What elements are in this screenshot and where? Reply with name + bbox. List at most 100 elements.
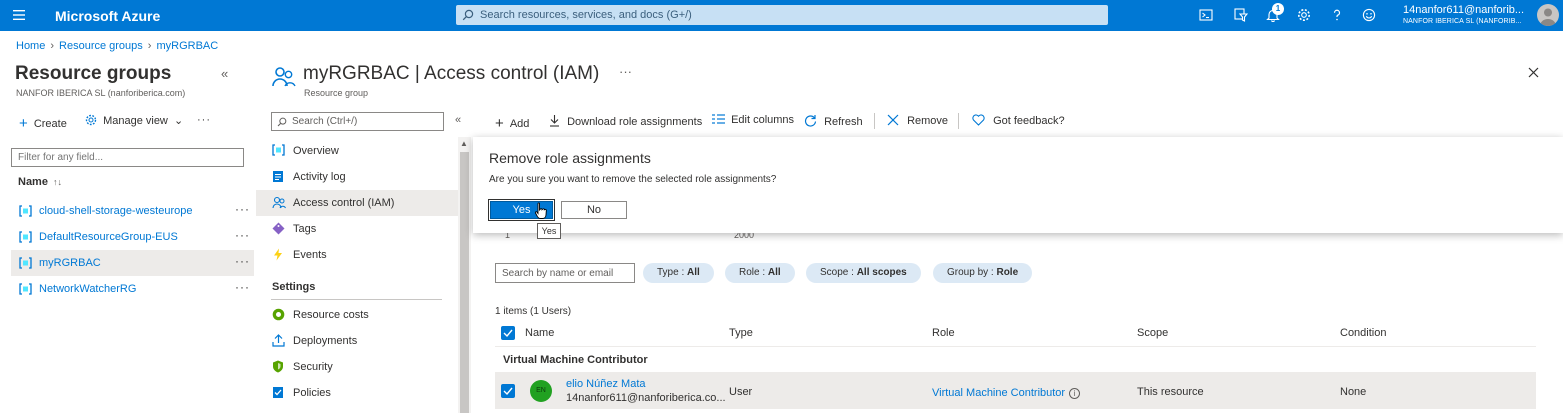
page-more-button[interactable]: ···	[619, 64, 632, 79]
row-more-button[interactable]: ···	[235, 202, 250, 216]
create-button[interactable]: + Create	[19, 114, 67, 132]
menu-item-label: Events	[293, 249, 327, 261]
menu-item-resource-costs[interactable]: Resource costs	[256, 302, 458, 328]
chevron-down-icon: ⌄	[173, 115, 184, 127]
info-icon[interactable]: i	[1069, 388, 1080, 399]
close-icon[interactable]	[1528, 67, 1539, 78]
more-commands-button[interactable]: ···	[197, 114, 211, 126]
sort-icon[interactable]: ↑↓	[53, 177, 62, 187]
brand-title[interactable]: Microsoft Azure	[55, 8, 160, 24]
row-more-button[interactable]: ···	[235, 280, 250, 294]
add-button[interactable]: + Add	[495, 114, 529, 132]
remove-label: Remove	[907, 115, 949, 127]
edit-columns-label: Edit columns	[731, 114, 795, 126]
user-tenant[interactable]: NANFOR IBERICA SL (NANFORIB...	[1403, 18, 1522, 25]
resource-group-row-selected[interactable]: myRGRBAC ···	[11, 250, 254, 276]
breadcrumb-home[interactable]: Home	[16, 40, 45, 52]
menu-scrollbar-thumb[interactable]	[460, 152, 469, 413]
row-more-button[interactable]: ···	[235, 254, 250, 268]
resource-group-icon	[19, 257, 32, 269]
feedback-icon[interactable]	[1362, 8, 1378, 24]
menu-item-events[interactable]: Events	[256, 242, 458, 268]
global-search-input[interactable]: Search resources, services, and docs (G+…	[456, 5, 1108, 25]
manage-view-label: Manage view	[103, 115, 168, 127]
tenant-subtitle: NANFOR IBERICA SL (nanforiberica.com)	[16, 88, 186, 98]
select-all-checkbox[interactable]	[501, 326, 515, 340]
user-name-link[interactable]: elio Núñez Mata	[566, 378, 646, 390]
resource-group-row[interactable]: NetworkWatcherRG ···	[11, 276, 254, 302]
column-header-name[interactable]: Name	[525, 327, 554, 339]
download-role-assignments-button[interactable]: Download role assignments	[549, 114, 702, 128]
hamburger-menu-icon[interactable]	[13, 9, 25, 21]
activity-log-icon	[272, 170, 286, 184]
columns-icon	[712, 114, 725, 124]
resource-group-icon	[19, 231, 32, 243]
manage-view-button[interactable]: Manage view ⌄	[85, 114, 183, 127]
scope-value: This resource	[1137, 386, 1204, 398]
assignment-search-input[interactable]: Search by name or email	[495, 263, 635, 283]
filter-value: All scopes	[856, 267, 907, 278]
breadcrumb-current[interactable]: myRGRBAC	[156, 40, 218, 52]
settings-icon[interactable]	[1297, 8, 1313, 24]
hand-cursor-icon	[534, 202, 548, 220]
user-email[interactable]: 14nanfor611@nanforib...	[1403, 4, 1524, 16]
group-by-pill[interactable]: Group by : Role	[933, 263, 1033, 283]
user-avatar[interactable]	[1537, 4, 1559, 26]
column-header-condition[interactable]: Condition	[1340, 327, 1386, 339]
edit-columns-button[interactable]: Edit columns	[712, 114, 794, 126]
resource-group-name[interactable]: DefaultResourceGroup-EUS	[39, 231, 178, 243]
resource-group-row[interactable]: cloud-shell-storage-westeurope ···	[11, 198, 254, 224]
no-button[interactable]: No	[561, 201, 627, 219]
feedback-button[interactable]: Got feedback?	[972, 114, 1065, 127]
refresh-icon	[804, 114, 817, 127]
resource-group-name[interactable]: myRGRBAC	[39, 257, 101, 269]
type-filter-pill[interactable]: Type : All	[643, 263, 714, 283]
role-link[interactable]: Virtual Machine Contributor	[932, 387, 1065, 399]
column-header-type[interactable]: Type	[729, 327, 753, 339]
name-column-header[interactable]: Name ↑↓	[18, 176, 62, 188]
menu-item-activity-log[interactable]: Activity log	[256, 164, 458, 190]
cloud-shell-icon[interactable]	[1199, 8, 1215, 24]
role-filter-pill[interactable]: Role : All	[725, 263, 795, 283]
menu-item-access-control[interactable]: Access control (IAM)	[256, 190, 458, 216]
menu-item-security[interactable]: Security	[256, 354, 458, 380]
close-icon	[887, 114, 899, 126]
scope-filter-pill[interactable]: Scope : All scopes	[806, 263, 921, 283]
remove-button[interactable]: Remove	[887, 114, 948, 127]
scroll-up-icon[interactable]: ▲	[460, 139, 468, 148]
resource-group-icon	[19, 205, 32, 217]
collapse-left-panel-button[interactable]: «	[221, 66, 228, 81]
menu-item-label: Overview	[293, 145, 339, 157]
collapse-menu-button[interactable]: «	[455, 114, 461, 126]
yes-tooltip: Yes	[537, 223, 561, 239]
row-checkbox[interactable]	[501, 384, 515, 398]
menu-item-label: Resource costs	[293, 309, 369, 321]
resource-group-row[interactable]: DefaultResourceGroup-EUS ···	[11, 224, 254, 250]
menu-item-policies[interactable]: Policies	[256, 380, 458, 406]
menu-search-placeholder: Search (Ctrl+/)	[292, 116, 358, 127]
column-header-role[interactable]: Role	[932, 327, 955, 339]
heart-icon	[972, 114, 985, 126]
menu-item-deployments[interactable]: Deployments	[256, 328, 458, 354]
directory-filter-icon[interactable]	[1234, 8, 1250, 24]
user-email: 14nanfor611@nanforiberica.co...	[566, 392, 726, 404]
row-more-button[interactable]: ···	[235, 228, 250, 242]
breadcrumb-resource-groups[interactable]: Resource groups	[59, 40, 143, 52]
menu-search-input[interactable]: Search (Ctrl+/)	[271, 112, 444, 131]
menu-item-overview[interactable]: Overview	[256, 138, 458, 164]
menu-item-tags[interactable]: Tags	[256, 216, 458, 242]
resource-group-name[interactable]: NetworkWatcherRG	[39, 283, 136, 295]
refresh-button[interactable]: Refresh	[804, 114, 863, 128]
resource-group-icon	[19, 283, 32, 295]
dialog-message: Are you sure you want to remove the sele…	[489, 174, 777, 185]
menu-item-label: Deployments	[293, 335, 358, 347]
filter-input[interactable]	[11, 148, 244, 167]
help-icon[interactable]	[1330, 8, 1346, 24]
cost-icon	[272, 308, 286, 322]
column-header-scope[interactable]: Scope	[1137, 327, 1168, 339]
checkmark-icon	[503, 387, 513, 396]
menu-item-label: Policies	[293, 387, 331, 399]
filter-value: All	[687, 267, 700, 278]
resource-group-name[interactable]: cloud-shell-storage-westeurope	[39, 205, 192, 217]
toolbar-divider	[958, 113, 959, 129]
